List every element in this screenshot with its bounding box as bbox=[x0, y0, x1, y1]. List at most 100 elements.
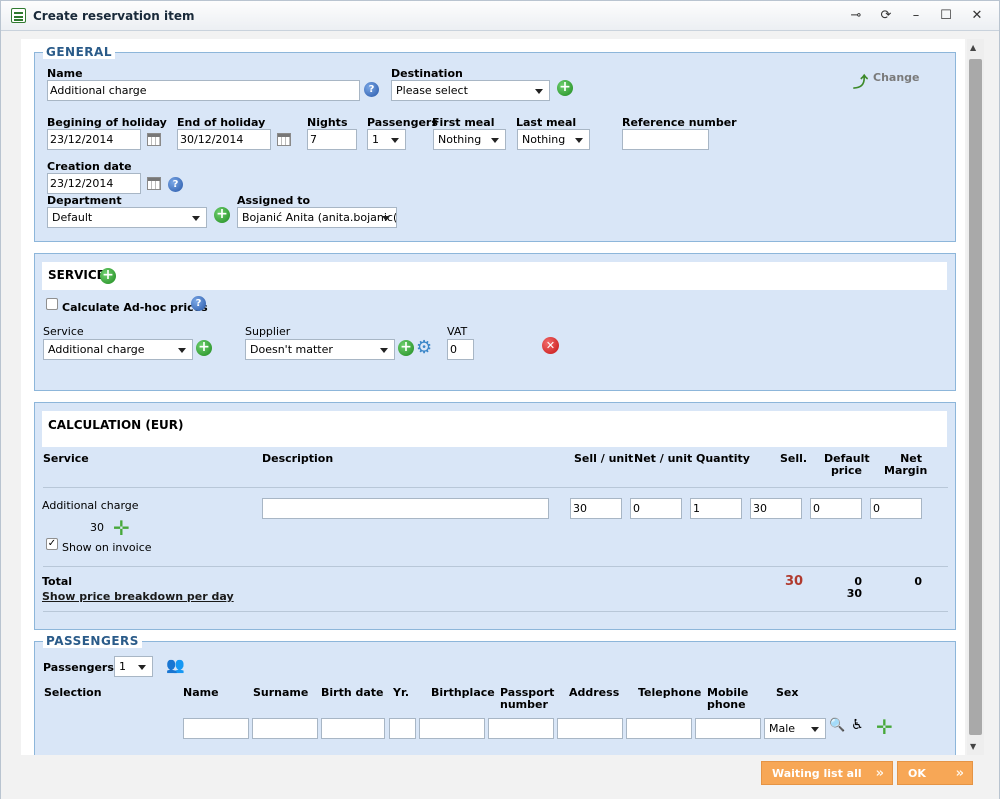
last-meal-label: Last meal bbox=[516, 116, 577, 129]
settings-gear-icon[interactable]: ⚙ bbox=[416, 339, 432, 357]
passengers-count-select[interactable]: 1 bbox=[114, 656, 153, 677]
search-icon[interactable]: 🔍 bbox=[829, 718, 845, 733]
default-price-input[interactable]: 0 bbox=[810, 498, 862, 519]
col-sell-unit: Sell / unit bbox=[574, 452, 634, 465]
reference-input[interactable] bbox=[622, 129, 709, 150]
form-icon bbox=[11, 8, 26, 23]
help-icon[interactable]: ? bbox=[364, 82, 379, 97]
add-service-icon[interactable]: + bbox=[100, 268, 116, 284]
nights-input[interactable]: 7 bbox=[307, 129, 357, 150]
col-sex: Sex bbox=[776, 686, 799, 699]
creation-date-input[interactable]: 23/12/2014 bbox=[47, 173, 141, 194]
calculation-title: CALCULATION (EUR) bbox=[48, 418, 184, 432]
scrollbar[interactable]: ▲ ▼ bbox=[967, 39, 984, 755]
begin-date-input[interactable]: 23/12/2014 bbox=[47, 129, 141, 150]
supplier-select[interactable]: Doesn't matter bbox=[245, 339, 395, 360]
show-on-invoice-checkbox[interactable]: ✓ bbox=[46, 538, 58, 550]
passenger-address-input[interactable] bbox=[557, 718, 623, 739]
vat-input[interactable]: 0 bbox=[447, 339, 474, 360]
waiting-list-label: Waiting list all bbox=[772, 767, 862, 780]
add-service-item-icon[interactable]: + bbox=[196, 340, 212, 356]
refresh-icon[interactable]: ⟳ bbox=[877, 7, 895, 25]
price-breakdown-link[interactable]: Show price breakdown per day bbox=[42, 590, 234, 603]
col-quantity: Quantity bbox=[696, 452, 750, 465]
description-input[interactable] bbox=[262, 498, 549, 519]
assigned-select[interactable]: Bojanić Anita (anita.bojanic(( bbox=[237, 207, 397, 228]
last-meal-select[interactable]: Nothing bbox=[517, 129, 590, 150]
divider bbox=[43, 611, 948, 612]
first-meal-label: First meal bbox=[432, 116, 495, 129]
passenger-mobile-input[interactable] bbox=[695, 718, 761, 739]
maximize-icon[interactable]: ☐ bbox=[937, 7, 955, 25]
divider bbox=[43, 566, 948, 567]
passenger-yr-input[interactable] bbox=[389, 718, 416, 739]
col-net-unit: Net / unit bbox=[634, 452, 693, 465]
passenger-birth-date-input[interactable] bbox=[321, 718, 385, 739]
col-service: Service bbox=[43, 452, 89, 465]
adhoc-checkbox[interactable] bbox=[46, 298, 58, 310]
pin-icon[interactable]: ⊸ bbox=[847, 7, 865, 25]
passenger-birthplace-input[interactable] bbox=[419, 718, 485, 739]
add-department-icon[interactable]: + bbox=[214, 207, 230, 223]
sell-unit-input[interactable]: 30 bbox=[570, 498, 622, 519]
end-date-input[interactable]: 30/12/2014 bbox=[177, 129, 271, 150]
passengers-count-label: Passengers bbox=[43, 661, 114, 674]
col-surname: Surname bbox=[253, 686, 309, 699]
net-margin-input[interactable]: 0 bbox=[870, 498, 922, 519]
passenger-surname-input[interactable] bbox=[252, 718, 318, 739]
col-birth-date: Birth date bbox=[321, 686, 384, 699]
assigned-label: Assigned to bbox=[237, 194, 311, 207]
col-selection: Selection bbox=[44, 686, 102, 699]
begin-label: Begining of holiday bbox=[47, 116, 167, 129]
show-on-invoice-label: Show on invoice bbox=[62, 541, 152, 554]
name-input[interactable]: Additional charge bbox=[47, 80, 360, 101]
help-icon[interactable]: ? bbox=[191, 296, 206, 311]
service-select[interactable]: Additional charge bbox=[43, 339, 193, 360]
service-label: Service bbox=[43, 325, 84, 338]
passenger-telephone-input[interactable] bbox=[626, 718, 692, 739]
person-icon[interactable]: ♿ bbox=[851, 717, 864, 733]
end-label: End of holiday bbox=[177, 116, 266, 129]
supplier-label: Supplier bbox=[245, 325, 291, 338]
scroll-down-icon[interactable]: ▼ bbox=[970, 742, 976, 751]
passenger-passport-input[interactable] bbox=[488, 718, 554, 739]
add-passenger-icon[interactable]: ✛ bbox=[876, 717, 893, 737]
passenger-name-input[interactable] bbox=[183, 718, 249, 739]
waiting-list-button[interactable]: Waiting list all » bbox=[761, 761, 893, 785]
calendar-icon[interactable] bbox=[277, 133, 291, 146]
ok-button[interactable]: OK » bbox=[897, 761, 973, 785]
total-sell: 30 bbox=[785, 574, 804, 589]
calendar-icon[interactable] bbox=[147, 133, 161, 146]
add-supplier-icon[interactable]: + bbox=[398, 340, 414, 356]
destination-select[interactable]: Please select bbox=[391, 80, 550, 101]
scrollbar-thumb[interactable] bbox=[969, 59, 982, 735]
first-meal-select[interactable]: Nothing bbox=[433, 129, 506, 150]
change-arrow-icon[interactable]: ⤴ bbox=[853, 71, 868, 92]
group-icon[interactable]: 👥 bbox=[166, 656, 185, 674]
passengers-label: Passengers bbox=[367, 116, 438, 129]
creation-label: Creation date bbox=[47, 160, 132, 173]
passengers-legend: PASSENGERS bbox=[43, 634, 142, 648]
col-passport-2: number bbox=[500, 698, 548, 711]
sell-input[interactable]: 30 bbox=[750, 498, 802, 519]
col-sell: Sell. bbox=[780, 452, 808, 465]
passengers-select[interactable]: 1 bbox=[367, 129, 406, 150]
passenger-sex-select[interactable]: Male bbox=[764, 718, 826, 739]
minimize-icon[interactable]: – bbox=[907, 7, 925, 25]
scroll-up-icon[interactable]: ▲ bbox=[970, 43, 976, 52]
add-destination-icon[interactable]: + bbox=[557, 80, 573, 96]
quantity-input[interactable]: 1 bbox=[690, 498, 742, 519]
change-button[interactable]: Change bbox=[873, 71, 920, 84]
move-icon[interactable]: ✛ bbox=[113, 518, 130, 538]
help-icon[interactable]: ? bbox=[168, 177, 183, 192]
department-select[interactable]: Default bbox=[47, 207, 207, 228]
divider bbox=[43, 487, 948, 488]
total-margin: 0 bbox=[914, 575, 922, 588]
col-name: Name bbox=[183, 686, 219, 699]
close-icon[interactable]: ✕ bbox=[968, 7, 986, 25]
calendar-icon[interactable] bbox=[147, 177, 161, 190]
net-unit-input[interactable]: 0 bbox=[630, 498, 682, 519]
form-content: GENERAL Name Additional charge ? Destina… bbox=[21, 39, 965, 755]
calculation-section: CALCULATION (EUR) Service Description Se… bbox=[34, 402, 956, 630]
remove-service-icon[interactable]: ✕ bbox=[542, 337, 559, 354]
